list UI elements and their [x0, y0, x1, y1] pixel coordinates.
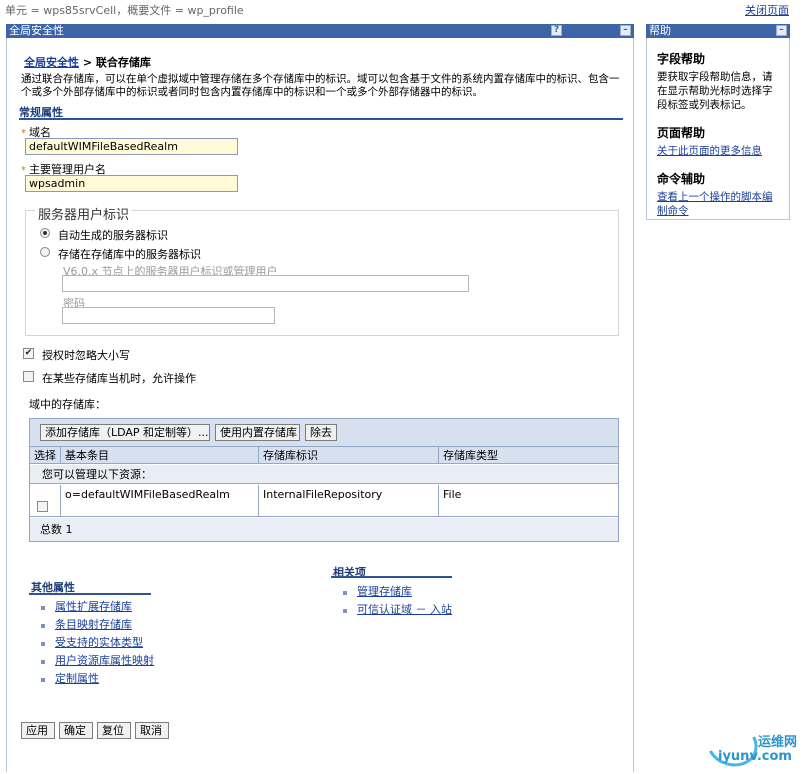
breadcrumb-global-security-link[interactable]: 全局安全性 — [24, 56, 79, 69]
stored-server-id-label: 存储在存储库中的服务器标识 — [58, 248, 201, 261]
repos-toolbar: 添加存储库（LDAP 和定制等）... 使用内置存储库 除去 — [30, 419, 618, 447]
list-item: 受支持的实体类型 — [41, 634, 154, 652]
list-item: 用户资源库属性映射 — [41, 652, 154, 670]
col-repository-type[interactable]: 存储库类型 — [438, 447, 618, 464]
page-help-link[interactable]: 关于此页面的更多信息 — [657, 144, 779, 158]
admin-user-input[interactable] — [25, 175, 238, 192]
watermark-url: iyunv.com — [718, 749, 792, 764]
additional-link[interactable]: 受支持的实体类型 — [55, 636, 143, 649]
apply-button[interactable]: 应用 — [21, 722, 55, 739]
row-repository-type: File — [438, 485, 618, 517]
auto-server-id-label: 自动生成的服务器标识 — [58, 229, 168, 242]
list-item: 管理存储库 — [343, 583, 452, 601]
help-panel-header: 帮助 – — [646, 24, 790, 38]
breadcrumb-separator: > — [82, 56, 93, 69]
reset-button[interactable]: 复位 — [97, 722, 131, 739]
repos-caption: 域中的存储库： — [29, 398, 106, 411]
ignore-case-checkbox[interactable]: ✔ — [23, 348, 34, 359]
command-assist-title: 命令辅助 — [657, 172, 706, 186]
ignore-case-label: 授权时忽略大小写 — [42, 349, 130, 362]
additional-divider — [29, 593, 151, 595]
main-panel: 全局安全性 > 联合存储库 通过联合存储库，可以在单个虚拟域中管理存储在多个存储… — [6, 38, 634, 772]
allow-down-checkbox[interactable] — [23, 371, 34, 382]
row-select-checkbox[interactable] — [37, 501, 48, 512]
help-panel-title: 帮助 — [649, 24, 671, 37]
command-assist-link[interactable]: 查看上一个操作的脚本编制命令 — [657, 190, 779, 218]
list-item: 条目映射存储库 — [41, 616, 154, 634]
help-minimize-icon[interactable]: – — [776, 25, 787, 36]
cancel-button[interactable]: 取消 — [135, 722, 169, 739]
total-value: 1 — [65, 523, 73, 536]
main-panel-header: 全局安全性 ? – — [6, 24, 634, 38]
total-label: 总数 — [40, 523, 62, 536]
minimize-icon[interactable]: – — [620, 25, 631, 36]
list-item: 可信认证域 － 入站 — [343, 601, 452, 619]
realm-name-input[interactable] — [25, 138, 238, 155]
table-row: o=defaultWIMFileBasedRealm InternalFileR… — [30, 485, 618, 517]
scope-text: 单元 = wps85srvCell，概要文件 = wp_profile — [5, 4, 244, 17]
col-base-entry[interactable]: 基本条目 — [60, 447, 258, 464]
list-item: 属性扩展存储库 — [41, 598, 154, 616]
top-bar: 单元 = wps85srvCell，概要文件 = wp_profile 关闭页面 — [0, 0, 803, 18]
additional-link[interactable]: 定制属性 — [55, 672, 99, 685]
manage-resources-note: 您可以管理以下资源： — [30, 465, 618, 484]
related-divider — [331, 576, 452, 578]
password-input[interactable] — [62, 307, 275, 324]
total-row: 总数 1 — [30, 518, 618, 541]
remove-button[interactable]: 除去 — [305, 424, 337, 441]
related-items-list: 管理存储库 可信认证域 － 入站 — [343, 583, 452, 619]
additional-properties-list: 属性扩展存储库 条目映射存储库 受支持的实体类型 用户资源库属性映射 定制属性 — [41, 598, 154, 688]
additional-link[interactable]: 用户资源库属性映射 — [55, 654, 154, 667]
field-help-title: 字段帮助 — [657, 52, 706, 66]
ok-button[interactable]: 确定 — [59, 722, 93, 739]
row-repository-id: InternalFileRepository — [258, 485, 438, 517]
breadcrumb: 全局安全性 > 联合存储库 — [24, 54, 151, 70]
use-builtin-repository-button[interactable]: 使用内置存储库 — [215, 424, 300, 441]
related-link[interactable]: 可信认证域 － 入站 — [357, 603, 452, 616]
col-repository-id[interactable]: 存储库标识 — [258, 447, 438, 464]
page-description: 通过联合存储库，可以在单个虚拟域中管理存储在多个存储库中的标识。域可以包含基于文… — [21, 73, 620, 98]
main-panel-title: 全局安全性 — [9, 24, 64, 37]
auto-server-id-radio[interactable] — [40, 228, 50, 238]
allow-down-label: 在某些存储库当机时，允许操作 — [42, 372, 196, 385]
add-repository-button[interactable]: 添加存储库（LDAP 和定制等）... — [40, 424, 210, 441]
list-item: 定制属性 — [41, 670, 154, 688]
stored-server-id-radio[interactable] — [40, 247, 50, 257]
close-page-link[interactable]: 关闭页面 — [745, 2, 789, 18]
section-divider — [19, 118, 623, 120]
watermark-cn: 运维网 — [758, 735, 798, 750]
table-header: 选择 基本条目 存储库标识 存储库类型 — [30, 447, 618, 464]
additional-link[interactable]: 属性扩展存储库 — [55, 600, 132, 613]
help-icon[interactable]: ? — [551, 25, 562, 36]
field-help-text: 要获取字段帮助信息，请在显示帮助光标时选择字段标签或列表标记。 — [657, 71, 773, 111]
watermark-logo-icon — [700, 714, 764, 774]
breadcrumb-current: 联合存储库 — [95, 56, 151, 69]
additional-link[interactable]: 条目映射存储库 — [55, 618, 132, 631]
page-help-title: 页面帮助 — [657, 126, 706, 140]
related-link[interactable]: 管理存储库 — [357, 585, 412, 598]
help-panel: 字段帮助 要获取字段帮助信息，请在显示帮助光标时选择字段标签或列表标记。 页面帮… — [646, 38, 790, 220]
repositories-table: 添加存储库（LDAP 和定制等）... 使用内置存储库 除去 选择 基本条目 存… — [29, 418, 619, 542]
row-base-entry: o=defaultWIMFileBasedRealm — [60, 485, 258, 517]
v6-user-input[interactable] — [62, 275, 469, 292]
server-identity-legend: 服务器用户标识 — [35, 204, 133, 223]
row-select-cell — [30, 485, 60, 517]
col-select[interactable]: 选择 — [30, 447, 60, 464]
